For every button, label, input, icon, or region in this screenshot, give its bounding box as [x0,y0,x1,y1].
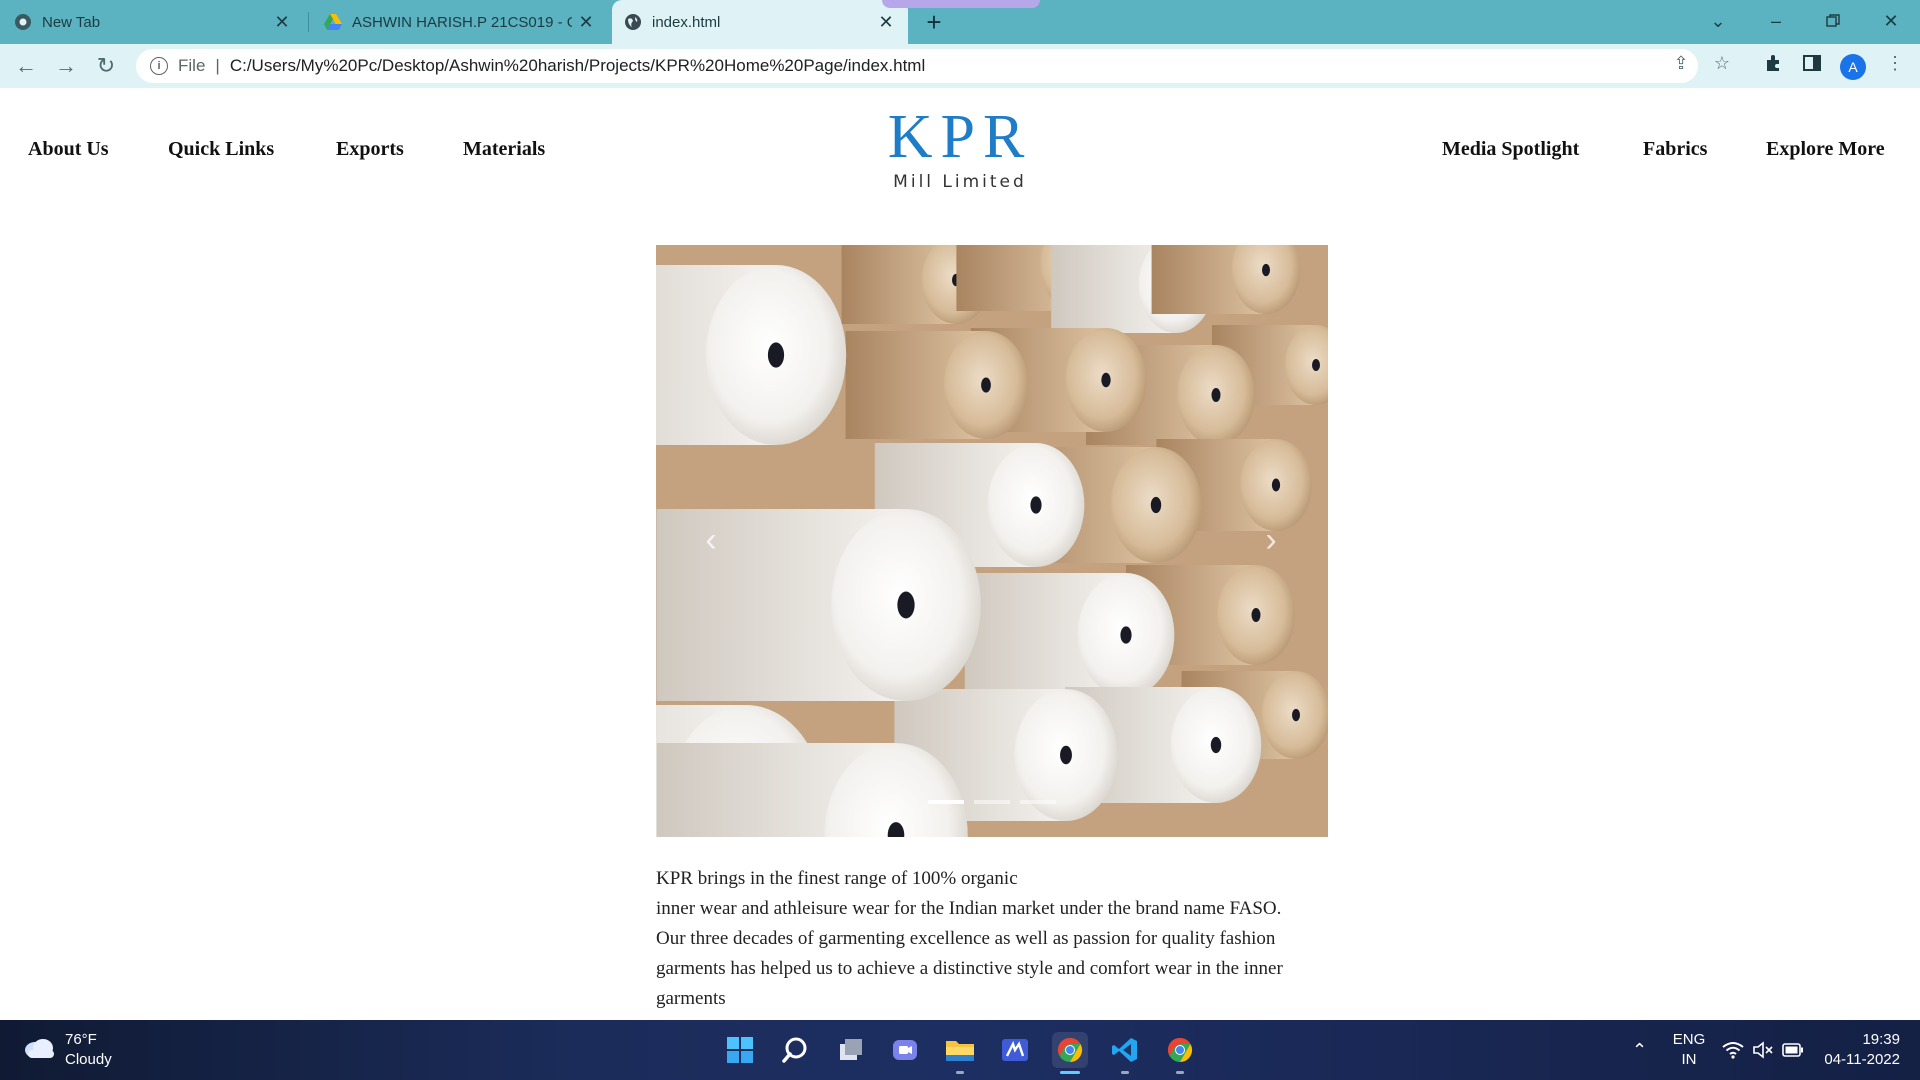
tab-separator [308,12,309,32]
extensions-icon[interactable] [1762,52,1784,74]
file-explorer-icon[interactable] [942,1032,978,1068]
tab-new-tab[interactable]: New Tab ✕ [14,0,304,44]
address-bar[interactable]: i File | C:/Users/My%20Pc/Desktop/Ashwin… [136,49,1698,83]
active-indicator [1060,1071,1080,1074]
show-hidden-icons-icon[interactable]: ⌃ [1632,1040,1647,1061]
carousel-next-icon[interactable]: › [1256,520,1286,560]
yarn-cone-core [1262,263,1270,277]
windows-start-icon[interactable] [722,1032,758,1068]
intro-paragraph: KPR brings in the finest range of 100% o… [656,864,1336,1014]
weather-temperature[interactable]: 76°F [65,1031,97,1048]
language-region[interactable]: IN [1671,1051,1707,1068]
intro-line: inner wear and athleisure wear for the I… [656,898,1282,919]
globe-icon [624,13,642,31]
tab-index-html[interactable]: index.html ✕ [612,0,908,44]
profile-avatar[interactable]: A [1840,54,1866,80]
clock-date[interactable]: 04-11-2022 [1810,1051,1900,1068]
yarn-cone-core [1120,626,1132,644]
cloud-weather-icon[interactable] [22,1036,56,1065]
chrome-icon[interactable] [1052,1032,1088,1068]
kpr-logo-subtitle: Mill Limited [893,172,1027,192]
reload-icon[interactable]: ↻ [90,50,122,82]
back-icon[interactable]: ← [10,50,42,82]
yarn-cone-core [1292,708,1300,722]
carousel-indicator-1[interactable] [928,800,964,804]
task-view-icon[interactable] [833,1032,869,1068]
yarn-cone-core [1211,388,1221,402]
close-window-icon[interactable]: ✕ [1873,6,1909,36]
scheme-label: File [178,56,206,75]
yarn-cone-core [1210,736,1222,754]
nav-quick-links[interactable]: Quick Links [168,138,274,161]
nav-fabrics[interactable]: Fabrics [1643,138,1707,161]
search-icon[interactable] [777,1032,813,1068]
site-info-icon[interactable]: i [150,57,168,75]
carousel-indicator-2[interactable] [974,800,1010,804]
tab-search-icon[interactable]: ⌄ [1700,6,1736,36]
yarn-cone-core [1251,608,1261,622]
carousel-prev-icon[interactable]: ‹ [696,520,726,560]
carousel-indicator-3[interactable] [1020,800,1056,804]
yarn-cones-image [656,245,1328,837]
app-icon[interactable] [997,1032,1033,1068]
yarn-cone-core [1150,496,1162,514]
new-tab-button[interactable]: + [920,7,948,37]
vscode-icon[interactable] [1107,1032,1143,1068]
google-drive-icon [324,13,342,31]
forward-icon[interactable]: → [50,50,82,82]
tab-group-indicator [882,0,1040,8]
clock-time[interactable]: 19:39 [1818,1031,1900,1048]
close-tab-icon[interactable]: ✕ [876,12,896,32]
yarn-cone-core [897,591,915,619]
yarn-cone-core [1271,478,1281,492]
nav-exports[interactable]: Exports [336,138,404,161]
kpr-logo[interactable]: KPR [880,104,1040,170]
nav-media-spotlight[interactable]: Media Spotlight [1442,138,1579,161]
tab-title: index.html [652,13,721,31]
intro-line: KPR brings in the finest range of 100% o… [656,868,1018,889]
yarn-cone-core [1101,372,1111,388]
browser-tab-bar: New Tab ✕ ASHWIN HARISH.P 21CS019 - Go ✕… [0,0,1920,44]
restore-icon[interactable] [1815,6,1851,36]
intro-line: Our three decades of garmenting excellen… [656,928,1276,949]
divider: | [215,56,220,75]
chrome-icon[interactable] [1162,1032,1198,1068]
image-carousel: ‹ › [656,245,1328,837]
running-indicator [1176,1071,1184,1074]
tab-title: New Tab [42,13,101,31]
yarn-cone-core [1312,359,1320,371]
wifi-icon[interactable] [1722,1041,1744,1064]
teams-chat-icon[interactable] [887,1032,923,1068]
tab-google-drive[interactable]: ASHWIN HARISH.P 21CS019 - Go ✕ [324,0,608,44]
running-indicator [956,1071,964,1074]
intro-line: garments has helped us to achieve a dist… [656,958,1283,979]
nav-explore-more[interactable]: Explore More [1766,138,1885,161]
close-tab-icon[interactable]: ✕ [272,12,292,32]
weather-condition[interactable]: Cloudy [65,1051,112,1068]
yarn-cone-core [981,377,991,393]
nav-materials[interactable]: Materials [463,138,545,161]
chrome-icon [14,13,32,31]
menu-icon[interactable]: ⋮ [1884,52,1906,74]
browser-toolbar: ← → ↻ i File | C:/Users/My%20Pc/Desktop/… [0,44,1920,88]
yarn-cone-core [1030,496,1042,514]
bookmark-star-icon[interactable]: ☆ [1711,52,1733,74]
side-panel-icon[interactable] [1801,52,1823,74]
yarn-cone-core [1060,745,1072,765]
share-icon[interactable]: ⇪ [1670,52,1692,74]
battery-icon[interactable] [1782,1043,1804,1062]
running-indicator [1121,1071,1129,1074]
minimize-icon[interactable]: – [1758,6,1794,36]
volume-muted-icon[interactable] [1752,1041,1774,1064]
intro-line: garments [656,988,726,1009]
nav-about-us[interactable]: About Us [28,138,109,161]
close-tab-icon[interactable]: ✕ [576,12,596,32]
yarn-cone-core [767,342,785,368]
tab-title: ASHWIN HARISH.P 21CS019 - Go [352,13,572,31]
language-indicator[interactable]: ENG [1671,1031,1707,1048]
url-text[interactable]: C:/Users/My%20Pc/Desktop/Ashwin%20harish… [230,56,925,76]
